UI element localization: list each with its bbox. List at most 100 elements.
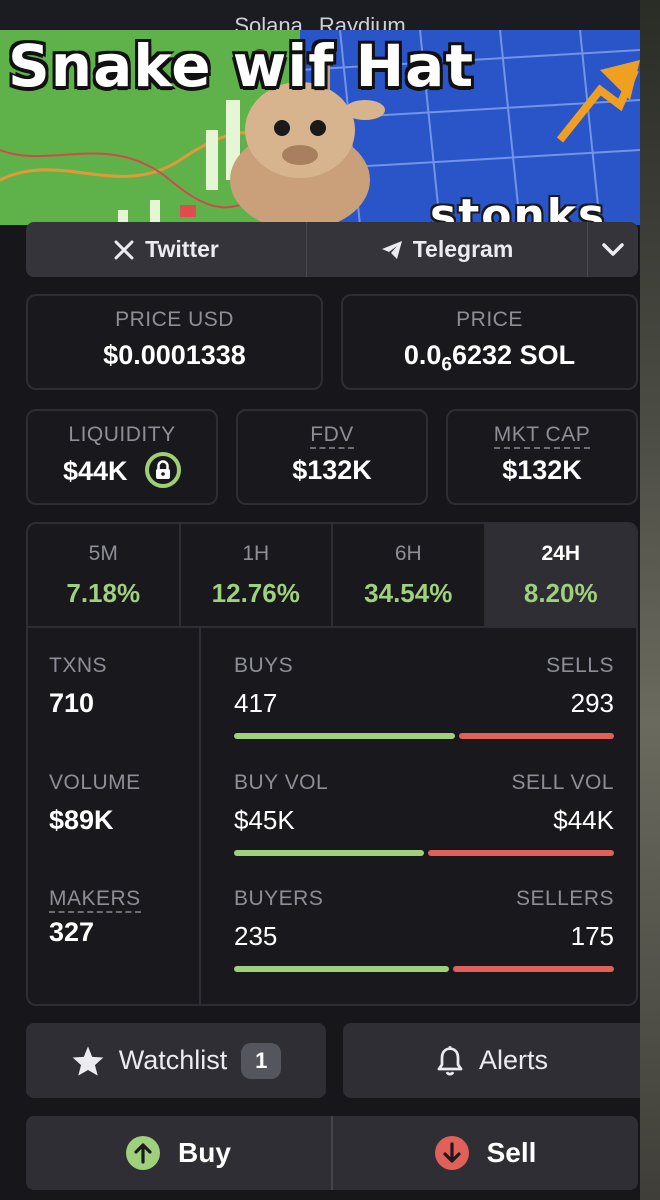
buy-button[interactable]: Buy	[26, 1116, 333, 1190]
price-sol-value: 0.066232 SOL	[343, 340, 636, 376]
buy-vol-portion-bar	[234, 850, 425, 856]
chain-dex-header: Solana Raydium	[0, 0, 640, 30]
buy-label: Buy	[178, 1137, 231, 1168]
buys-sells-row: BUYS SELLS 417 293	[234, 654, 614, 739]
more-links-button[interactable]	[588, 222, 638, 277]
price-sol-card: PRICE 0.066232 SOL	[341, 294, 638, 390]
mkt-cap-value: $132K	[502, 455, 582, 485]
sell-vol-value: $44K	[553, 805, 614, 835]
tab-change: 34.54%	[364, 578, 453, 608]
makers-stat: MAKERS 327	[49, 887, 141, 948]
arrow-down-icon	[434, 1136, 469, 1170]
watchlist-count-badge: 1	[241, 1042, 282, 1079]
trade-buttons: Buy Sell	[26, 1116, 638, 1190]
sell-button[interactable]: Sell	[333, 1116, 638, 1190]
makers-value: 327	[49, 917, 95, 947]
tab-6h[interactable]: 6H 34.54%	[333, 524, 486, 626]
twitter-label: Twitter	[145, 236, 219, 262]
sells-label: SELLS	[546, 654, 614, 677]
x-logo-icon	[114, 240, 134, 259]
buyers-sellers-row: BUYERS SELLERS 235 175	[234, 887, 614, 972]
bell-icon	[437, 1045, 463, 1075]
liquidity-value: $44K	[62, 456, 128, 487]
padlock-glyph	[156, 460, 171, 479]
tab-label: 6H	[394, 542, 422, 565]
price-sol-label: PRICE	[456, 308, 523, 331]
price-usd-card: PRICE USD $0.0001338	[26, 294, 323, 390]
alerts-button[interactable]: Alerts	[343, 1023, 640, 1098]
sell-label: Sell	[486, 1137, 537, 1168]
buyers-label: BUYERS	[234, 887, 324, 910]
buys-sells-ratio-bar	[234, 733, 614, 739]
volume-value: $89K	[49, 805, 114, 835]
chevron-down-icon	[602, 242, 624, 256]
liquidity-value-row: $44K	[28, 452, 216, 491]
buyers-ratio-bar	[234, 966, 614, 972]
mkt-cap-label-wrap: MKT CAP	[448, 423, 636, 449]
buy-vol-label: BUY VOL	[234, 771, 329, 794]
tab-change: 12.76%	[211, 578, 300, 608]
price-usd-value: $0.0001338	[103, 340, 246, 370]
telegram-link[interactable]: Telegram	[307, 222, 588, 277]
arrow-up-glyph	[134, 1143, 152, 1164]
fdv-label[interactable]: FDV	[310, 423, 354, 449]
watchlist-button[interactable]: Watchlist 1	[26, 1023, 326, 1098]
buyers-value: 235	[234, 921, 278, 951]
tab-label: 1H	[242, 542, 270, 565]
txns-stat: TXNS 710	[49, 654, 107, 719]
telegram-icon	[381, 240, 402, 259]
background-edge	[640, 0, 660, 1200]
fdv-label-wrap: FDV	[238, 423, 426, 449]
dex-label[interactable]: Raydium	[319, 13, 406, 30]
price-sol-zero-count: 6	[441, 354, 452, 376]
sells-value: 293	[570, 688, 614, 718]
fdv-card: FDV $132K	[236, 409, 428, 505]
watchlist-label: Watchlist	[118, 1045, 228, 1075]
buy-vol-value: $45K	[234, 805, 295, 835]
txns-value: 710	[49, 688, 95, 718]
liquidity-card: LIQUIDITY $44K	[26, 409, 218, 505]
timeframe-tabs: 5M 7.18% 1H 12.76% 6H 34.54% 24H 8.20%	[28, 524, 636, 628]
telegram-label: Telegram	[412, 236, 514, 262]
volume-stat: VOLUME $89K	[49, 771, 141, 836]
tab-24h[interactable]: 24H 8.20%	[485, 524, 636, 626]
buy-portion-bar	[234, 733, 455, 739]
makers-label[interactable]: MAKERS	[49, 887, 141, 913]
buys-label: BUYS	[234, 654, 294, 677]
tab-5m[interactable]: 5M 7.18%	[28, 524, 181, 626]
token-info-panel: Solana Raydium Snake wif Hat stonks Twit…	[0, 0, 640, 1200]
buyers-portion-bar	[234, 966, 450, 972]
volume-label: VOLUME	[49, 771, 141, 794]
fdv-value: $132K	[292, 455, 372, 485]
alerts-label: Alerts	[478, 1045, 549, 1075]
lock-icon[interactable]	[145, 452, 182, 488]
sellers-label: SELLERS	[515, 887, 614, 910]
makers-label-wrap: MAKERS	[49, 887, 141, 913]
tab-1h[interactable]: 1H 12.76%	[181, 524, 333, 626]
trading-stats-panel: 5M 7.18% 1H 12.76% 6H 34.54% 24H 8.20% T…	[26, 522, 638, 1006]
price-sol-unit: SOL	[519, 340, 576, 370]
mkt-cap-label[interactable]: MKT CAP	[493, 423, 591, 449]
txns-label: TXNS	[49, 654, 108, 677]
banner-caption-text: stonks	[430, 190, 607, 225]
sellers-value: 175	[570, 921, 614, 951]
chain-label[interactable]: Solana	[234, 13, 303, 30]
price-sol-prefix: 0.0	[403, 340, 442, 370]
tab-label: 24H	[541, 542, 581, 565]
banner-title-text: Snake wif Hat	[8, 32, 475, 100]
volume-ratio-bar	[234, 850, 614, 856]
buy-sell-volume-row: BUY VOL SELL VOL $45K $44K	[234, 771, 614, 856]
sell-vol-label: SELL VOL	[511, 771, 614, 794]
market-cap-card: MKT CAP $132K	[446, 409, 638, 505]
liquidity-label: LIQUIDITY	[68, 423, 176, 446]
tab-label: 5M	[88, 542, 118, 565]
tab-change: 7.18%	[66, 578, 141, 608]
social-links-bar: Twitter Telegram	[26, 222, 638, 277]
arrow-up-icon	[126, 1136, 161, 1170]
tab-change: 8.20%	[523, 578, 598, 608]
twitter-link[interactable]: Twitter	[26, 222, 307, 277]
sellers-portion-bar	[453, 966, 614, 972]
sell-vol-portion-bar	[428, 850, 614, 856]
price-usd-label: PRICE USD	[115, 308, 234, 331]
sell-portion-bar	[458, 733, 614, 739]
